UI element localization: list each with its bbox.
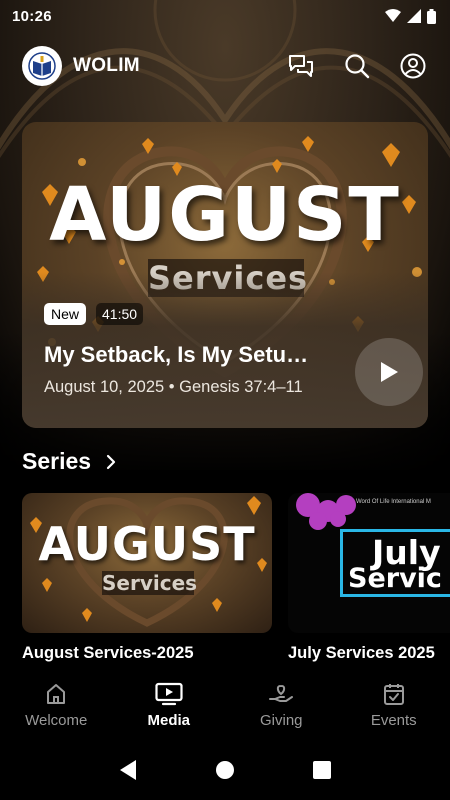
play-button[interactable] bbox=[355, 338, 423, 406]
chevron-right-icon bbox=[106, 454, 116, 469]
recents-icon[interactable] bbox=[312, 760, 332, 780]
system-navigation-bar bbox=[0, 740, 450, 800]
wifi-icon bbox=[385, 9, 401, 22]
series-card-august[interactable]: AUGUST Services bbox=[22, 493, 272, 633]
card-artwork-line2: Servic bbox=[348, 563, 442, 594]
section-title: Series bbox=[22, 448, 92, 474]
series-header[interactable]: Series bbox=[22, 448, 117, 475]
nav-item-media[interactable]: Media bbox=[113, 670, 226, 740]
status-bar: 10:26 bbox=[0, 0, 450, 32]
nav-label: Giving bbox=[259, 712, 303, 729]
calendar-check-icon bbox=[383, 684, 404, 705]
back-icon[interactable] bbox=[118, 759, 138, 781]
nav-label: Welcome bbox=[25, 712, 88, 729]
card-artwork-subtitle: Services bbox=[102, 571, 198, 595]
account-circle-icon bbox=[400, 53, 426, 79]
search-button[interactable] bbox=[342, 51, 372, 81]
signal-icon bbox=[407, 9, 421, 23]
sermon-meta: August 10, 2025 • Genesis 37:4–11 bbox=[44, 378, 303, 396]
bible-logo-icon bbox=[28, 52, 56, 80]
duration-badge: 41:50 bbox=[96, 303, 144, 325]
app-header: WOLIM bbox=[0, 44, 450, 88]
new-badge: New bbox=[44, 303, 87, 325]
series-card-july[interactable]: Word Of Life International M July Servic bbox=[288, 493, 450, 633]
hand-heart-icon bbox=[269, 684, 294, 702]
church-logo[interactable] bbox=[22, 46, 62, 86]
nav-label: Events bbox=[370, 712, 417, 729]
battery-icon bbox=[427, 8, 436, 24]
play-icon bbox=[381, 362, 398, 382]
tv-icon bbox=[155, 682, 183, 706]
app-name: WOLIM bbox=[73, 55, 140, 76]
series-card-label: August Services-2025 bbox=[22, 644, 194, 662]
status-time: 10:26 bbox=[12, 7, 52, 25]
chat-bubbles-icon bbox=[289, 55, 313, 77]
home-icon bbox=[47, 684, 66, 704]
nav-label: Media bbox=[147, 712, 190, 729]
home-circle-icon[interactable] bbox=[215, 760, 235, 780]
nav-item-events[interactable]: Events bbox=[338, 670, 450, 740]
search-icon bbox=[345, 54, 370, 79]
featured-sermon-card[interactable]: AUGUST Services New 41:50 My Setback, Is… bbox=[22, 122, 428, 428]
profile-button[interactable] bbox=[398, 51, 428, 81]
artwork-title: AUGUST bbox=[49, 172, 401, 258]
messages-button[interactable] bbox=[286, 51, 316, 81]
card-artwork-title: AUGUST bbox=[38, 517, 256, 571]
sermon-title: My Setback, Is My Setu… bbox=[44, 342, 309, 367]
bottom-navigation: Welcome Media Giving Events bbox=[0, 670, 450, 740]
series-card-label: July Services 2025 bbox=[288, 644, 435, 662]
nav-item-giving[interactable]: Giving bbox=[225, 670, 338, 740]
card-caption: Word Of Life International M bbox=[356, 499, 431, 505]
nav-item-welcome[interactable]: Welcome bbox=[0, 670, 113, 740]
